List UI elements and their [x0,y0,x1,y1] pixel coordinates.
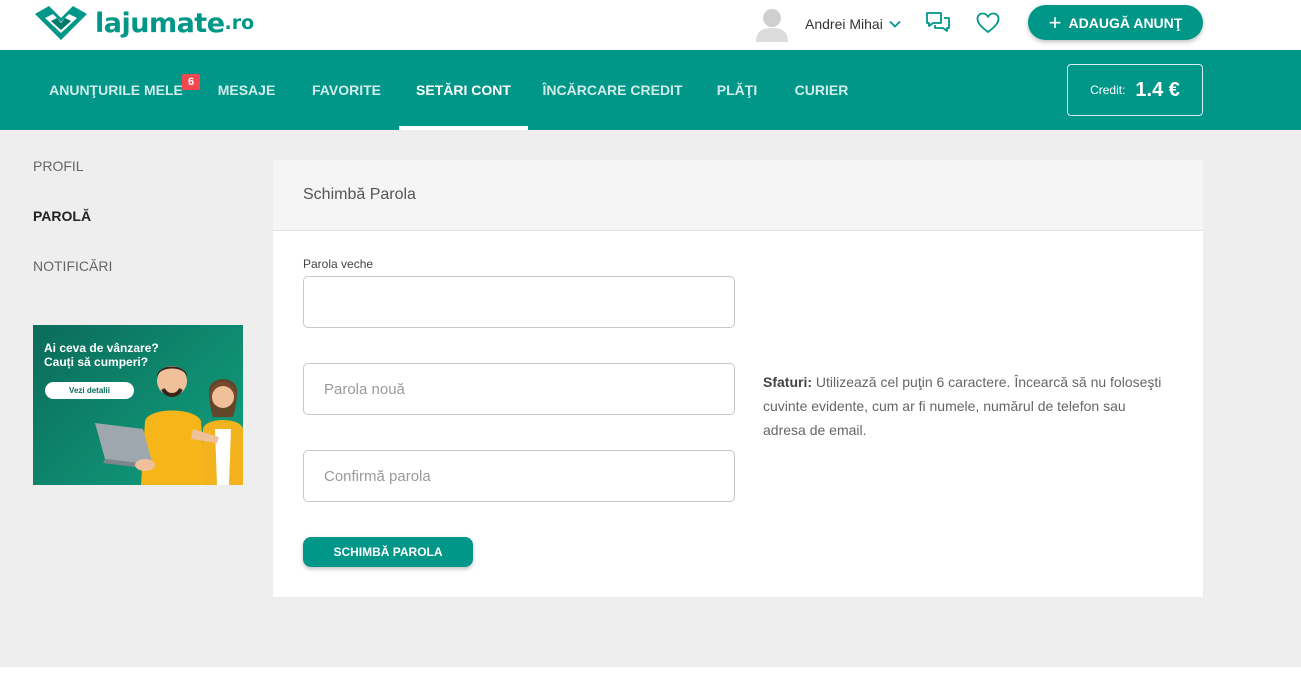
password-tips: Sfaturi: Utilizează cel puţin 6 caracter… [763,370,1163,442]
sidebar-item-password[interactable]: PAROLĂ [33,208,91,224]
logo-tld: .ro [224,12,255,34]
user-name: Andrei Mihai [805,16,883,32]
main-nav: ANUNŢURILE MELE 6 MESAJE FAVORITE SETĂRI… [0,50,1301,130]
promo-banner[interactable]: Ai ceva de vânzare? Cauți să cumperi? Ve… [33,325,243,485]
tips-label: Sfaturi: [763,374,812,390]
tab-my-listings[interactable]: ANUNŢURILE MELE [33,50,199,130]
sidebar-item-profile[interactable]: PROFIL [33,158,84,174]
logo[interactable]: lajumate .ro [33,4,254,42]
plus-icon: + [1048,9,1062,35]
tab-messages[interactable]: MESAJE [199,50,294,130]
chevron-down-icon [889,20,901,28]
promo-details-button[interactable]: Vezi detalii [45,382,134,399]
promo-text: Ai ceva de vânzare? Cauți să cumperi? [44,341,184,369]
tab-label: FAVORITE [312,82,381,98]
tab-label: ANUNŢURILE MELE [49,82,183,98]
new-password-input[interactable] [303,363,735,415]
tab-account-settings[interactable]: SETĂRI CONT [399,50,528,130]
confirm-password-input[interactable] [303,450,735,502]
panel-header: Schimbă Parola [273,160,1203,231]
chat-bubbles-icon[interactable] [925,10,951,36]
user-menu[interactable]: Andrei Mihai [754,6,901,42]
tab-label: SETĂRI CONT [416,82,511,98]
credit-value: 1.4 € [1135,78,1180,101]
tab-label: ÎNCĂRCARE CREDIT [542,82,683,98]
old-password-label: Parola veche [303,257,374,271]
credit-label: Credit: [1090,83,1126,97]
logo-text: lajumate [95,7,225,39]
add-listing-button[interactable]: + ADAUGĂ ANUNŢ [1028,5,1203,40]
top-bar: lajumate .ro Andrei Mihai + ADAUGĂ ANUNŢ [0,0,1301,50]
sidebar-item-notifications[interactable]: NOTIFICĂRI [33,258,112,274]
logo-handshake-icon [35,6,87,40]
tips-text: Utilizează cel puţin 6 caractere. Încear… [763,374,1162,438]
promo-line-1: Ai ceva de vânzare? [44,341,159,355]
tab-label: MESAJE [217,82,276,98]
panel-title: Schimbă Parola [303,186,416,203]
tab-payments[interactable]: PLĂŢI [697,50,777,130]
tab-label: PLĂŢI [716,82,758,98]
promo-line-2: Cauți să cumperi? [44,355,149,369]
tab-label: CURIER [794,82,849,98]
content-area: PROFIL PAROLĂ NOTIFICĂRI Ai ceva de vânz… [0,130,1301,667]
tab-credit-topup[interactable]: ÎNCĂRCARE CREDIT [528,50,697,130]
change-password-button[interactable]: SCHIMBĂ PAROLA [303,537,473,567]
avatar-icon [754,6,790,42]
add-listing-label: ADAUGĂ ANUNŢ [1068,14,1183,31]
tab-favorites[interactable]: FAVORITE [294,50,399,130]
old-password-input[interactable] [303,276,735,328]
tab-courier[interactable]: CURIER [777,50,866,130]
change-password-panel: Schimbă Parola Parola veche Sfaturi: Uti… [273,160,1203,597]
credit-balance[interactable]: Credit: 1.4 € [1067,64,1203,116]
heart-icon[interactable] [975,10,1001,36]
notification-badge: 6 [182,74,200,90]
